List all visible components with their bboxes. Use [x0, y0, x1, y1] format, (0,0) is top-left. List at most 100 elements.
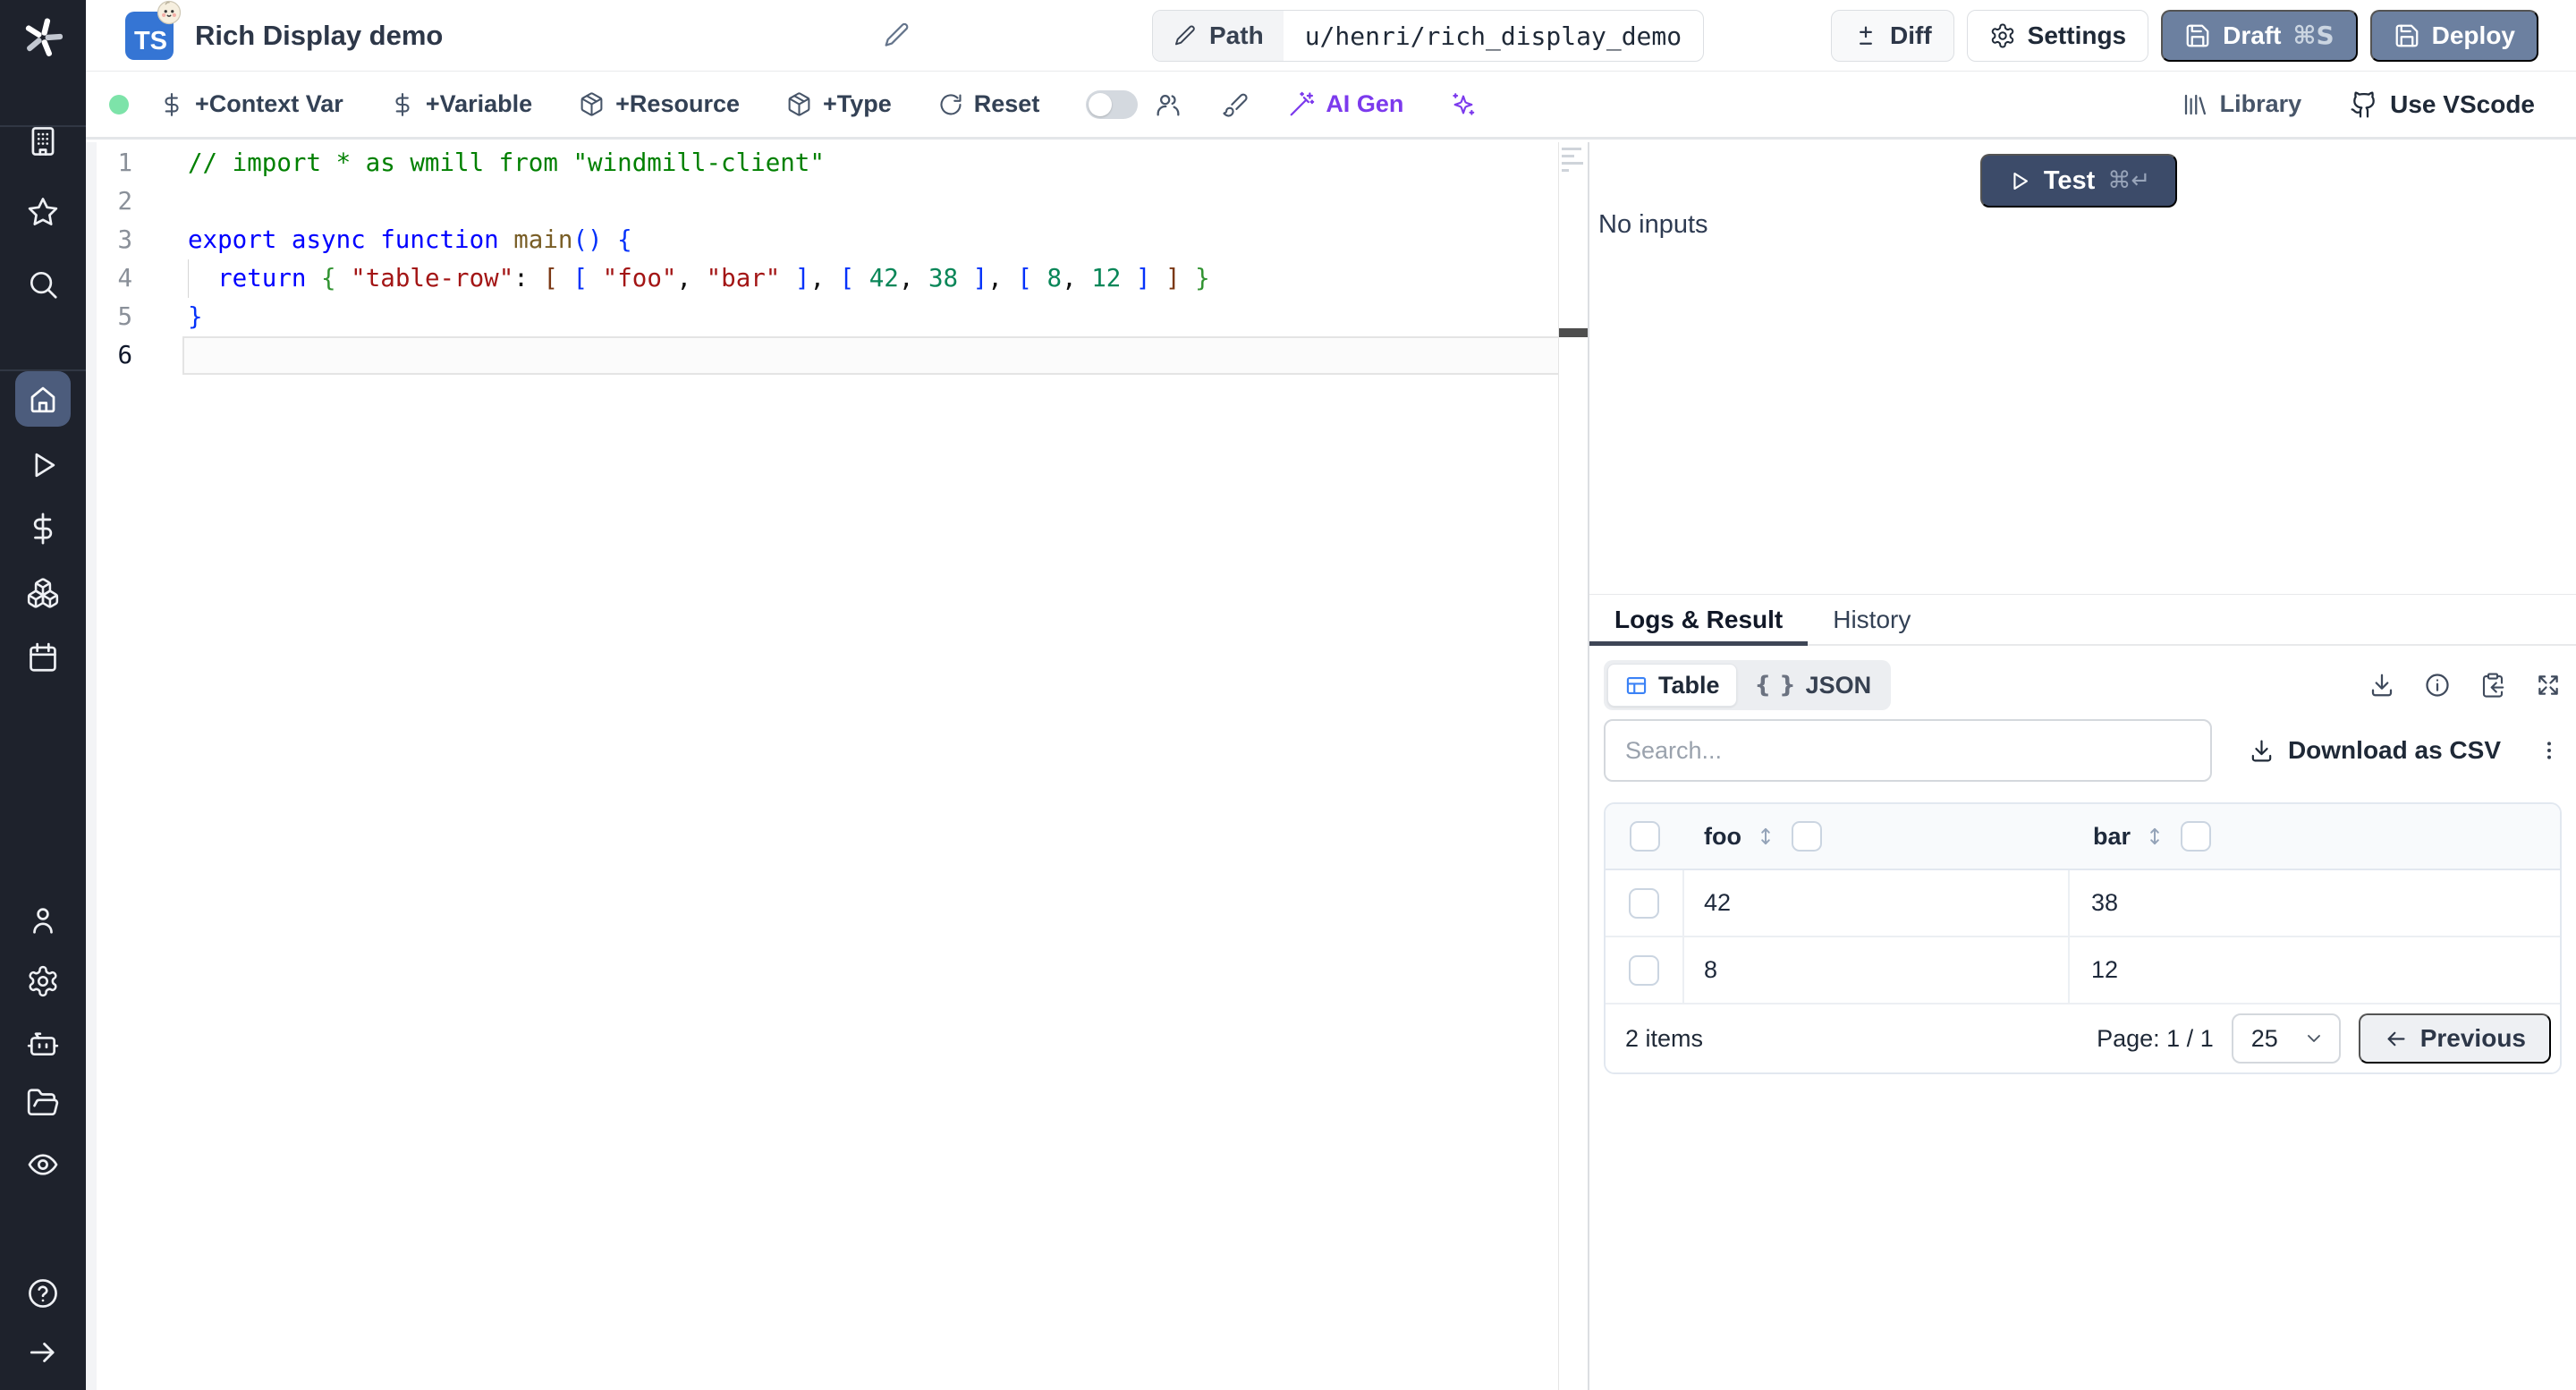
sidebar-item-runs[interactable]	[26, 448, 60, 482]
typescript-badge: TS	[125, 0, 182, 60]
help-icon[interactable]	[26, 1276, 60, 1310]
minimap[interactable]	[1558, 142, 1588, 1390]
table-cell: 12	[2091, 956, 2119, 983]
kebab-menu-icon[interactable]	[2537, 738, 2562, 763]
no-inputs-label: No inputs	[1598, 210, 1708, 239]
table-cell: 8	[1684, 937, 2070, 1003]
toolbar-right: Library Use VScode	[2182, 90, 2535, 119]
sidebar-item-users[interactable]	[26, 903, 60, 937]
edit-title-pencil-icon[interactable]	[882, 21, 911, 50]
expand-sidebar-icon[interactable]	[26, 1335, 60, 1369]
add-type-button[interactable]: +Type	[786, 90, 892, 118]
column-checkbox[interactable]	[2181, 821, 2212, 852]
table-footer: 2 items Page: 1 / 1 25 Previous	[1606, 1004, 2560, 1072]
table-row: 8 12	[1606, 937, 2560, 1004]
items-count: 2 items	[1625, 1024, 1704, 1052]
dollar-icon	[165, 92, 179, 116]
row-checkbox[interactable]	[1629, 954, 1659, 986]
sidebar-item-workers[interactable]	[26, 1026, 60, 1060]
table-view-button[interactable]: Table	[1607, 664, 1737, 707]
code-editor[interactable]: 1// import * as wmill from "windmill-cli…	[86, 142, 1588, 1390]
test-button[interactable]: Test ⌘↵	[1980, 154, 2177, 208]
sidebar-item-home[interactable]	[15, 371, 71, 427]
reset-button[interactable]: Reset	[938, 90, 1039, 118]
ai-gen-button[interactable]: AI Gen	[1288, 90, 1403, 118]
path-value[interactable]: u/henri/rich_display_demo	[1284, 11, 1703, 61]
add-resource-button[interactable]: +Resource	[579, 90, 740, 118]
maximize-icon[interactable]	[2535, 672, 2562, 699]
clipboard-copy-icon[interactable]	[2479, 672, 2506, 699]
code-line[interactable]: 4 return { "table-row": [ [ "foo", "bar"…	[86, 259, 1557, 298]
code-line[interactable]: 1// import * as wmill from "windmill-cli…	[86, 144, 1557, 182]
line-number: 1	[117, 148, 132, 177]
library-button[interactable]: Library	[2182, 90, 2301, 118]
library-icon	[2184, 94, 2206, 114]
sidebar-item-settings[interactable]	[26, 964, 60, 998]
line-number: 2	[117, 187, 132, 216]
download-icon[interactable]	[2368, 672, 2395, 699]
sidebar-item-audit-logs[interactable]	[26, 1148, 60, 1182]
table-icon	[1626, 676, 1647, 694]
indent-guide	[188, 259, 189, 298]
code-line[interactable]: 5}	[86, 298, 1557, 336]
path-editor[interactable]: Path u/henri/rich_display_demo	[1152, 10, 1705, 62]
package-icon	[580, 92, 603, 116]
users-icon[interactable]	[1154, 90, 1182, 119]
result-tabbar: Logs & Result History	[1589, 594, 2576, 646]
sort-icon[interactable]	[2143, 825, 2166, 848]
save-icon	[2186, 24, 2209, 47]
sidebar-item-folders[interactable]	[26, 1086, 60, 1120]
topbar-actions: Diff Settings Draft ⌘S Deploy	[1831, 9, 2538, 62]
row-checkbox[interactable]	[1629, 887, 1659, 919]
column-header-bar[interactable]: bar	[2093, 823, 2131, 851]
table-body: 42 38 8 12	[1606, 870, 2560, 1004]
column-header-foo[interactable]: foo	[1704, 823, 1741, 851]
code-line[interactable]: 6	[86, 336, 1587, 375]
previous-page-button[interactable]: Previous	[2358, 1013, 2551, 1064]
path-label-section: Path	[1153, 11, 1284, 61]
page-title: Rich Display demo	[195, 19, 444, 51]
windmill-script-editor: TS Rich Display demo Path u/henri/rich_d…	[0, 0, 2576, 1390]
sidebar-item-resources[interactable]	[26, 576, 60, 610]
minimap-cursor-marker	[1559, 328, 1588, 337]
building-icon[interactable]	[26, 124, 60, 158]
use-vscode-button[interactable]: Use VScode	[2350, 90, 2535, 119]
sort-icon[interactable]	[1754, 825, 1777, 848]
search-input[interactable]	[1604, 719, 2212, 782]
format-brush-icon[interactable]	[1222, 91, 1249, 118]
json-view-button[interactable]: { } JSON	[1739, 664, 1888, 707]
add-variable-button[interactable]: +Variable	[390, 90, 532, 118]
draft-button[interactable]: Draft ⌘S	[2161, 9, 2358, 62]
page-indicator: Page: 1 / 1	[2097, 1024, 2214, 1052]
play-icon	[2013, 172, 2028, 190]
deploy-button[interactable]: Deploy	[2369, 9, 2538, 62]
settings-button[interactable]: Settings	[1966, 9, 2149, 62]
sidebar-item-schedules[interactable]	[26, 640, 60, 674]
table-controls: Download as CSV	[1604, 718, 2562, 783]
info-icon[interactable]	[2424, 672, 2451, 699]
diff-mode-toggle[interactable]	[1086, 89, 1139, 119]
arrow-left-icon	[2387, 1031, 2405, 1046]
result-table: foo bar 42 38 8 12 2 items Page: 1 / 1 2…	[1604, 802, 2562, 1074]
star-icon[interactable]	[26, 195, 60, 229]
code-lines: 1// import * as wmill from "windmill-cli…	[86, 144, 1587, 375]
add-context-var-button[interactable]: +Context Var	[159, 90, 343, 118]
tab-logs-result[interactable]: Logs & Result	[1589, 595, 1809, 646]
result-actions	[2368, 672, 2562, 699]
search-icon[interactable]	[26, 267, 60, 301]
download-csv-button[interactable]: Download as CSV	[2249, 736, 2501, 765]
code-line[interactable]: 3 export async function main() {	[86, 221, 1557, 259]
diff-icon	[1860, 26, 1872, 45]
github-icon	[2351, 91, 2375, 117]
page-size-select[interactable]: 25	[2231, 1013, 2341, 1064]
select-all-checkbox[interactable]	[1630, 821, 1660, 852]
result-toolbar: Table { } JSON	[1604, 660, 2562, 710]
windmill-logo[interactable]	[20, 14, 66, 61]
column-checkbox[interactable]	[1791, 821, 1822, 852]
sidebar-item-variables[interactable]	[26, 512, 60, 546]
diff-button[interactable]: Diff	[1831, 9, 1954, 62]
code-line[interactable]: 2	[86, 182, 1557, 221]
tab-history[interactable]: History	[1808, 595, 1936, 644]
rotate-cw-icon	[940, 93, 962, 114]
sparkles-icon[interactable]	[1450, 91, 1477, 118]
